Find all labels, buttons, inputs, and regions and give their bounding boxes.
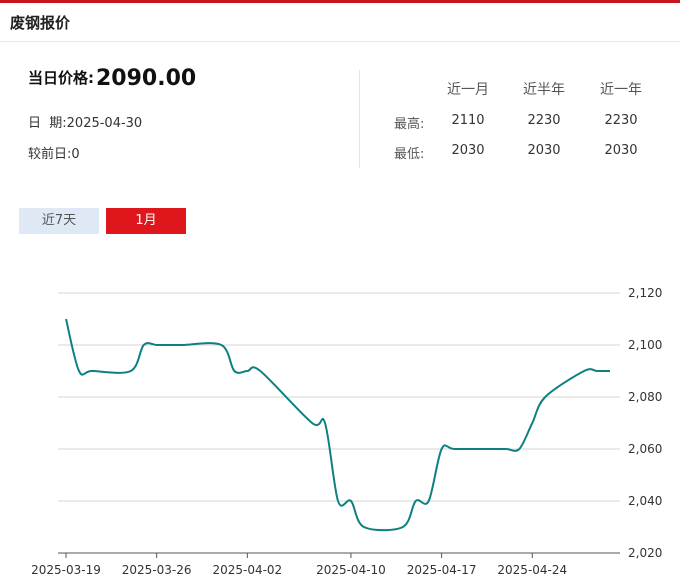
y-tick-label: 2,060 xyxy=(628,442,662,456)
range-7-days-button[interactable]: 近7天 xyxy=(19,208,99,234)
y-tick-label: 2,120 xyxy=(628,286,662,300)
high-month: 2110 xyxy=(451,113,485,128)
change-label: 较前日: xyxy=(28,147,72,162)
panel-header: 废钢报价 xyxy=(0,3,680,42)
x-tick-label: 2025-04-10 xyxy=(316,563,386,576)
low-year: 2030 xyxy=(604,143,638,158)
y-tick-label: 2,020 xyxy=(628,546,662,560)
x-tick-label: 2025-04-02 xyxy=(212,563,282,576)
price-series-line xyxy=(65,318,610,532)
low-halfyear: 2030 xyxy=(527,143,561,158)
range-1-month-button[interactable]: 1月 xyxy=(106,208,186,234)
low-label: 最低: xyxy=(394,147,425,162)
high-halfyear: 2230 xyxy=(527,113,561,128)
price-value: 2090.00 xyxy=(96,66,197,91)
current-price: 当日价格:2090.00 xyxy=(28,66,196,91)
change-row: 较前日:0 xyxy=(28,143,80,162)
change-value: 0 xyxy=(71,147,80,162)
price-label: 当日价格: xyxy=(28,69,94,87)
price-line-chart: 2,020 2,040 2,060 2,080 2,100 2,120 2025-03-1… xyxy=(31,286,662,576)
y-tick-label: 2,080 xyxy=(628,390,662,404)
col-header-month: 近一月 xyxy=(447,82,489,98)
col-header-halfyear: 近半年 xyxy=(523,82,565,98)
panel-title: 废钢报价 xyxy=(10,14,71,32)
x-tick-label: 2025-04-24 xyxy=(497,563,567,576)
high-label: 最高: xyxy=(394,117,425,132)
divider xyxy=(359,70,360,168)
low-month: 2030 xyxy=(451,143,485,158)
y-tick-label: 2,040 xyxy=(628,494,662,508)
x-tick-label: 2025-03-19 xyxy=(31,563,101,576)
y-tick-label: 2,100 xyxy=(628,338,662,352)
x-tick-label: 2025-04-17 xyxy=(407,563,477,576)
x-tick-label: 2025-03-26 xyxy=(122,563,192,576)
date-label: 日 期: xyxy=(28,116,67,131)
date-row: 日 期:2025-04-30 xyxy=(28,112,142,131)
date-value: 2025-04-30 xyxy=(66,116,143,131)
high-year: 2230 xyxy=(604,113,638,128)
col-header-year: 近一年 xyxy=(600,82,642,98)
